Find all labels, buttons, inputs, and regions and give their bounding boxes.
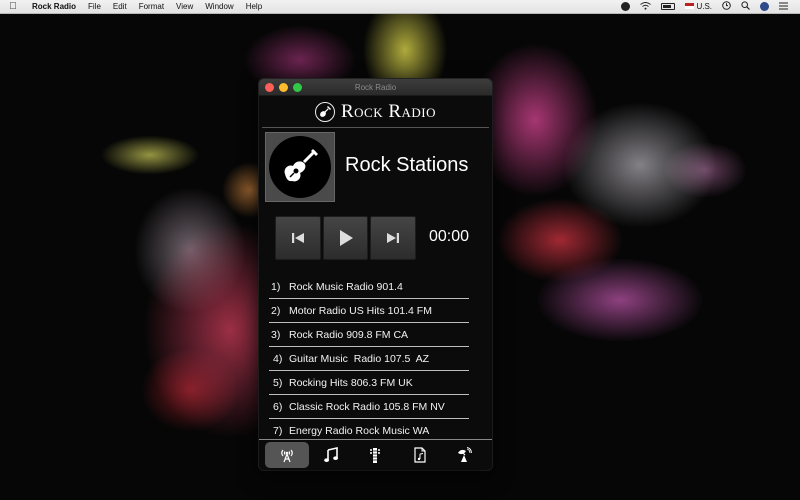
- battery-icon[interactable]: [661, 3, 676, 10]
- music-note-icon: [324, 447, 339, 462]
- station-item[interactable]: 4) Guitar Music Radio 107.5 AZ: [269, 347, 469, 371]
- station-number: 6): [273, 400, 283, 413]
- station-artwork: [265, 132, 335, 202]
- transport-buttons: [275, 216, 417, 260]
- station-item[interactable]: 1) Rock Music Radio 901.4: [269, 275, 469, 299]
- player-controls: 00:00: [259, 214, 492, 264]
- elapsed-time: 00:00: [429, 228, 470, 245]
- tab-guitar[interactable]: [353, 442, 397, 468]
- brand-title: Rock Radio: [340, 100, 437, 122]
- title-bar[interactable]: Rock Radio: [259, 79, 492, 96]
- spotlight-search-icon[interactable]: [741, 1, 750, 12]
- input-source[interactable]: U.S.: [685, 2, 712, 11]
- brand-header: Rock Radio: [262, 96, 489, 128]
- app-status-icon[interactable]: [621, 2, 631, 11]
- menu-help[interactable]: Help: [240, 0, 268, 14]
- station-number: 4): [273, 352, 283, 365]
- previous-button[interactable]: [275, 216, 321, 260]
- clock-icon[interactable]: [722, 1, 731, 12]
- play-button[interactable]: [322, 216, 369, 260]
- station-number: 3): [271, 328, 281, 341]
- station-name: Classic Rock Radio 105.8 FM NV: [289, 400, 445, 413]
- tab-music[interactable]: [309, 442, 353, 468]
- station-name: Motor Radio US Hits 101.4 FM: [289, 304, 432, 317]
- station-title: Rock Stations: [345, 154, 469, 176]
- station-item[interactable]: 3) Rock Radio 909.8 FM CA: [269, 323, 469, 347]
- tab-documents[interactable]: [398, 442, 442, 468]
- menu-window[interactable]: Window: [199, 0, 239, 14]
- satellite-dish-icon: [457, 447, 472, 462]
- station-number: 7): [273, 424, 283, 437]
- play-icon: [339, 230, 353, 246]
- menu-file[interactable]: File: [82, 0, 107, 14]
- radio-antenna-icon: [281, 449, 293, 463]
- flag-icon: [685, 3, 695, 9]
- station-name: Rock Radio 909.8 FM CA: [289, 328, 409, 341]
- station-item[interactable]: 5) Rocking Hits 806.3 FM UK: [269, 371, 469, 395]
- guitar-artwork-icon: [269, 136, 331, 198]
- status-area: U.S.: [621, 1, 800, 12]
- tab-bar: [259, 439, 492, 470]
- station-name: Rock Music Radio 901.4: [289, 280, 403, 293]
- siri-icon[interactable]: [760, 2, 769, 11]
- previous-icon: [291, 233, 304, 243]
- station-name: Rocking Hits 806.3 FM UK: [289, 376, 413, 389]
- rock-radio-window: Rock Radio Rock Radio Rock Stations 00:0…: [259, 79, 492, 470]
- menu-view[interactable]: View: [170, 0, 199, 14]
- tab-stations[interactable]: [265, 442, 310, 468]
- station-number: 1): [271, 280, 281, 293]
- apple-icon[interactable]: : [0, 1, 26, 12]
- menu-bar:  Rock Radio File Edit Format View Windo…: [0, 0, 800, 14]
- document-icon: [414, 447, 426, 463]
- notification-list-icon[interactable]: [779, 2, 788, 12]
- guitar-neck-icon: [370, 447, 381, 463]
- menu-format[interactable]: Format: [133, 0, 170, 14]
- now-playing: Rock Stations: [259, 132, 492, 208]
- station-number: 2): [271, 304, 281, 317]
- station-name: Energy Radio Rock Music WA: [289, 424, 430, 437]
- menu-app-name[interactable]: Rock Radio: [26, 0, 82, 14]
- station-item[interactable]: 6) Classic Rock Radio 105.8 FM NV: [269, 395, 469, 419]
- guitar-logo-icon: [314, 101, 335, 122]
- station-name: Guitar Music Radio 107.5 AZ: [289, 352, 430, 365]
- station-number: 5): [273, 376, 283, 389]
- window-title: Rock Radio: [354, 83, 397, 92]
- next-icon: [387, 233, 400, 243]
- next-button[interactable]: [370, 216, 417, 260]
- menu-edit[interactable]: Edit: [107, 0, 133, 14]
- tab-broadcast[interactable]: [442, 442, 486, 468]
- station-item[interactable]: 2) Motor Radio US Hits 101.4 FM: [269, 299, 469, 323]
- wifi-icon[interactable]: [640, 1, 652, 12]
- station-list: 1) Rock Music Radio 901.4 2) Motor Radio…: [269, 275, 469, 443]
